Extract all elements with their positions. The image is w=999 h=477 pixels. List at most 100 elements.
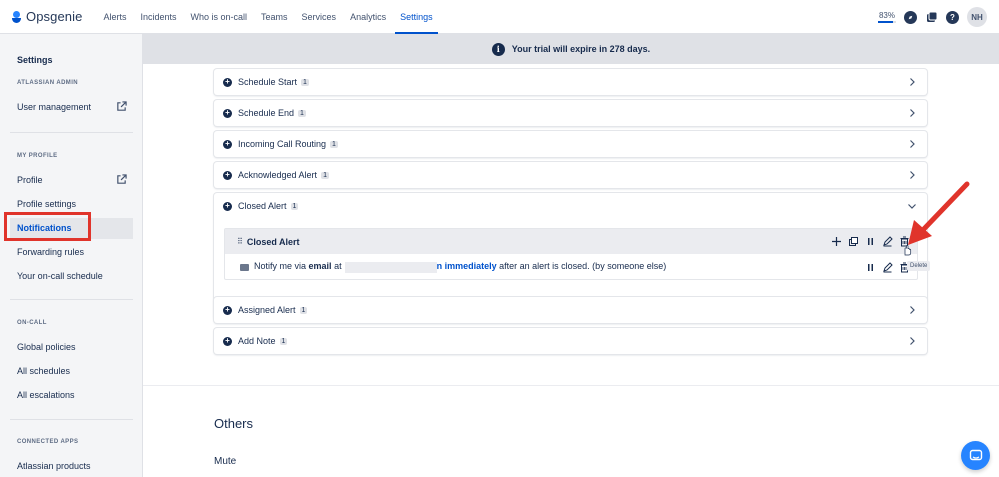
nav-services[interactable]: Services xyxy=(295,0,344,34)
avatar[interactable]: NH xyxy=(967,7,987,27)
row-label: Incoming Call Routing xyxy=(238,139,327,149)
add-circle-icon[interactable]: + xyxy=(223,77,232,87)
copy-icon[interactable] xyxy=(848,236,859,247)
sidebar-divider xyxy=(10,132,133,133)
notification-row-schedule-start[interactable]: + Schedule Start 1 xyxy=(214,69,927,95)
setup-progress-fill xyxy=(878,21,893,23)
top-navigation: Opsgenie Alerts Incidents Who is on-call… xyxy=(0,0,999,34)
external-link-icon[interactable] xyxy=(116,174,127,185)
row-label: Closed Alert xyxy=(238,201,287,211)
row-count-badge: 1 xyxy=(299,306,308,314)
add-circle-icon[interactable]: + xyxy=(223,108,232,118)
sidebar-divider xyxy=(10,419,133,420)
chevron-right-icon[interactable] xyxy=(907,139,917,149)
compass-icon[interactable] xyxy=(904,10,917,24)
setup-progress[interactable]: 83% xyxy=(878,11,896,23)
chat-icon xyxy=(969,449,982,460)
row-label: Assigned Alert xyxy=(238,305,296,315)
add-circle-icon[interactable]: + xyxy=(223,201,232,211)
row-label: Add Note xyxy=(238,336,276,346)
sidebar-heading-atlassian-admin: ATLASSIAN ADMIN xyxy=(17,80,78,86)
rule-text-before: Notify me via xyxy=(254,261,307,272)
email-icon xyxy=(240,263,249,271)
sidebar-item-all-schedules[interactable]: All schedules xyxy=(17,366,70,376)
row-count-badge: 1 xyxy=(290,202,299,210)
notification-rule: ⠿ Closed Alert Notify me via email at n i… xyxy=(224,228,918,280)
nav-incidents[interactable]: Incidents xyxy=(133,0,183,34)
add-circle-icon[interactable]: + xyxy=(223,336,232,346)
sidebar: Settings ATLASSIAN ADMIN User management… xyxy=(0,34,143,477)
opsgenie-logo[interactable]: Opsgenie xyxy=(12,9,82,24)
chevron-right-icon[interactable] xyxy=(907,336,917,346)
others-heading: Others xyxy=(214,416,254,431)
rule-partial: n xyxy=(436,261,443,272)
redacted-email xyxy=(344,261,437,273)
nav-right: 83% ? NH xyxy=(878,0,987,34)
mute-heading: Mute xyxy=(214,456,237,467)
delete-tooltip: Delete xyxy=(907,261,931,271)
pause-icon[interactable] xyxy=(865,262,876,273)
rule-text-after: after an alert is closed. (by someone el… xyxy=(499,261,667,272)
row-count-badge: 1 xyxy=(330,140,338,148)
notification-row-add-note[interactable]: + Add Note 1 xyxy=(214,328,927,354)
info-icon: i xyxy=(491,42,505,56)
nav-alerts[interactable]: Alerts xyxy=(96,0,133,34)
row-label: Schedule End xyxy=(238,108,295,118)
sidebar-heading-my-profile: MY PROFILE xyxy=(17,153,58,159)
notification-row-assigned-alert[interactable]: + Assigned Alert 1 xyxy=(214,297,927,323)
rule-step-text: Notify me via email at n immediately afte… xyxy=(254,261,667,273)
setup-progress-text: 83% xyxy=(878,11,895,20)
sidebar-item-user-management[interactable]: User management xyxy=(17,102,91,112)
chevron-right-icon[interactable] xyxy=(907,77,917,87)
notification-row-schedule-end[interactable]: + Schedule End 1 xyxy=(214,100,927,126)
rule-step: Notify me via email at n immediately afte… xyxy=(225,254,917,280)
row-header[interactable]: + Closed Alert 1 xyxy=(214,193,299,219)
sidebar-item-global-policies[interactable]: Global policies xyxy=(17,342,76,352)
add-circle-icon[interactable]: + xyxy=(223,139,232,149)
pause-icon[interactable] xyxy=(865,236,876,247)
nav-analytics[interactable]: Analytics xyxy=(343,0,393,34)
chevron-right-icon[interactable] xyxy=(907,305,917,315)
chevron-right-icon[interactable] xyxy=(907,108,917,118)
sidebar-item-on-call-schedule[interactable]: Your on-call schedule xyxy=(17,271,103,281)
external-link-icon[interactable] xyxy=(116,101,127,112)
sidebar-title: Settings xyxy=(17,55,53,65)
pointer-cursor-icon xyxy=(904,245,912,256)
step-actions xyxy=(865,254,910,280)
add-icon[interactable] xyxy=(831,236,842,247)
app-switcher-icon[interactable] xyxy=(925,11,938,24)
edit-icon[interactable] xyxy=(882,261,893,273)
trial-banner-text: Your trial will expire in 278 days. xyxy=(511,44,651,54)
chevron-down-icon[interactable] xyxy=(907,201,917,211)
notifications-highlight-box xyxy=(4,212,91,241)
nav-settings[interactable]: Settings xyxy=(393,0,440,34)
add-circle-icon[interactable]: + xyxy=(223,305,232,315)
main-content: + Schedule Start 1 + Schedule End 1 + In… xyxy=(143,64,999,477)
nav-items: Alerts Incidents Who is on-call Teams Se… xyxy=(96,0,439,34)
opsgenie-logo-icon xyxy=(12,10,21,23)
sidebar-item-forwarding-rules[interactable]: Forwarding rules xyxy=(17,247,84,257)
sidebar-item-profile[interactable]: Profile xyxy=(17,175,43,185)
row-label: Acknowledged Alert xyxy=(238,170,318,180)
nav-who-is-on-call[interactable]: Who is on-call xyxy=(184,0,255,34)
app-name: Opsgenie xyxy=(26,9,83,24)
rule-title: Closed Alert xyxy=(246,236,300,247)
sidebar-item-profile-settings[interactable]: Profile settings xyxy=(17,199,76,209)
edit-icon[interactable] xyxy=(882,236,893,247)
add-circle-icon[interactable]: + xyxy=(223,170,232,180)
rule-method: email xyxy=(308,261,332,272)
sidebar-divider xyxy=(10,299,133,300)
chevron-right-icon[interactable] xyxy=(907,170,917,180)
row-count-badge: 1 xyxy=(301,78,309,86)
row-count-badge: 1 xyxy=(321,171,329,179)
notification-row-acknowledged-alert[interactable]: + Acknowledged Alert 1 xyxy=(214,162,927,188)
row-count-badge: 1 xyxy=(279,337,288,345)
sidebar-heading-on-call: ON-CALL xyxy=(17,320,47,326)
nav-teams[interactable]: Teams xyxy=(254,0,295,34)
sidebar-item-all-escalations[interactable]: All escalations xyxy=(17,390,75,400)
help-icon[interactable]: ? xyxy=(946,10,959,24)
sidebar-item-atlassian-products[interactable]: Atlassian products xyxy=(17,461,91,471)
notification-row-incoming-call-routing[interactable]: + Incoming Call Routing 1 xyxy=(214,131,927,157)
drag-handle-icon[interactable]: ⠿ xyxy=(237,237,243,246)
chat-button[interactable] xyxy=(961,441,990,470)
